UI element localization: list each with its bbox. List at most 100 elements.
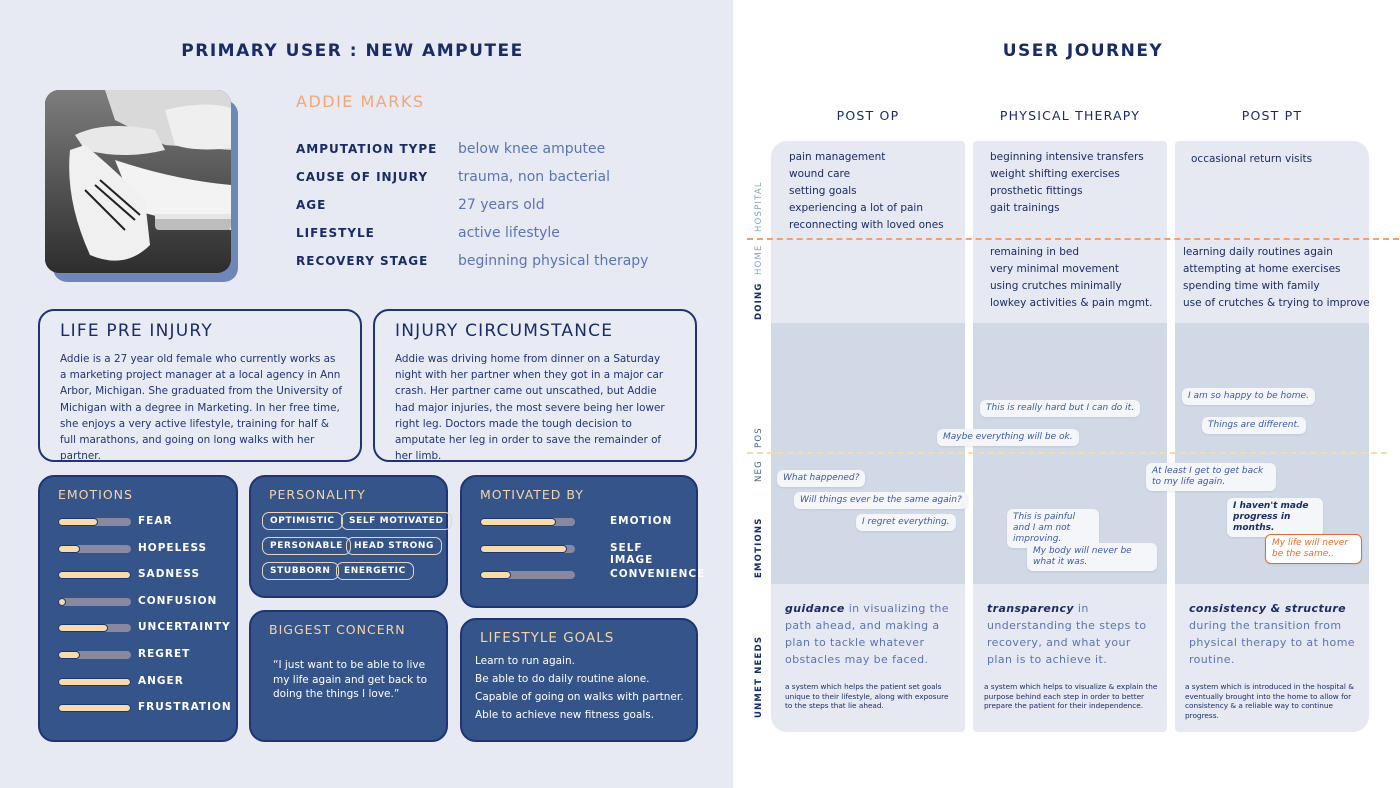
- level-bar-track: [58, 518, 131, 526]
- biggest-concern-quote: “I just want to be able to live my life …: [273, 659, 428, 700]
- journey-panel: USER JOURNEY POST OP PHYSICAL THERAPY PO…: [733, 0, 1400, 788]
- level-bar-row: HOPELESS: [58, 542, 258, 556]
- column-header-physical-therapy: PHYSICAL THERAPY: [999, 108, 1141, 123]
- emotion-bubble: Will things ever be the same again?: [794, 492, 968, 509]
- personality-title: PERSONALITY: [269, 487, 366, 502]
- level-bar-fill: [480, 544, 567, 553]
- level-bar-label: FEAR: [138, 515, 173, 527]
- level-bar-fill: [58, 597, 66, 606]
- level-bar-row: FRUSTRATION: [58, 701, 258, 715]
- level-bar-fill: [58, 518, 98, 526]
- unmet-need-post-op-detail: a system which helps the patient set goa…: [785, 682, 949, 711]
- lane-label-home: HOME: [754, 244, 764, 275]
- photo-image: [45, 90, 231, 273]
- level-bar-label: EMOTION: [610, 515, 673, 527]
- level-bar-fill: [58, 677, 131, 686]
- emotions-title: EMOTIONS: [58, 487, 133, 502]
- level-bar-row: CONFUSION: [58, 595, 258, 609]
- emotion-bubble: My body will never be what it was.: [1027, 543, 1157, 571]
- emotion-bubble: This is really hard but I can do it.: [980, 400, 1141, 417]
- lifestyle-goals-title: LIFESTYLE GOALS: [480, 630, 615, 646]
- life-pre-injury-text: Addie is a 27 year old female who curren…: [60, 353, 342, 463]
- pt-home-activities: remaining in bed very minimal movement u…: [990, 246, 1153, 309]
- level-bar-fill: [58, 571, 131, 580]
- emotion-bubble: I haven't made progress in months.: [1227, 498, 1323, 537]
- unmet-need-post-op: guidance in visualizing the path ahead, …: [785, 600, 955, 668]
- column-header-post-op: POST OP: [836, 108, 900, 123]
- need-keyword: guidance: [785, 602, 845, 615]
- level-bar-track: [58, 651, 131, 659]
- level-bar-fill: [58, 544, 80, 553]
- level-bar-track: [480, 544, 575, 553]
- attr-value-lifestyle: active lifestyle: [458, 225, 560, 241]
- attr-label-recovery-stage: RECOVERY STAGE: [296, 254, 429, 268]
- level-bar-label: SELF IMAGE: [610, 541, 654, 566]
- lane-label-neg: NEG: [754, 460, 764, 482]
- trait-chip: OPTIMISTIC: [262, 512, 343, 530]
- attr-label-age: AGE: [296, 198, 327, 212]
- journey-title: USER JOURNEY: [1002, 41, 1164, 61]
- emotion-bubble: I regret everything.: [856, 514, 956, 531]
- lifestyle-goal-item: Be able to do daily routine alone.: [475, 673, 650, 685]
- attr-value-age: 27 years old: [458, 197, 545, 213]
- level-bar-track: [58, 624, 131, 633]
- unmet-need-post-pt: consistency & structure during the trans…: [1189, 600, 1359, 668]
- lane-label-pos: POS: [754, 427, 764, 448]
- column-header-post-pt: POST PT: [1241, 108, 1303, 123]
- lane-label-unmet-needs: UNMET NEEDS: [754, 635, 764, 718]
- emotion-bubble: I am so happy to be home.: [1182, 388, 1315, 405]
- attr-value-cause: trauma, non bacterial: [458, 169, 610, 185]
- attr-label-cause: CAUSE OF INJURY: [296, 170, 429, 184]
- need-keyword: transparency: [987, 602, 1074, 615]
- emotion-bubble: Things are different.: [1202, 417, 1306, 434]
- attr-label-amputation-type: AMPUTATION TYPE: [296, 142, 438, 156]
- level-bar-fill: [480, 518, 556, 526]
- life-pre-injury-title: LIFE PRE INJURY: [60, 321, 213, 341]
- lifestyle-goal-item: Learn to run again.: [475, 655, 575, 667]
- level-bar-row: UNCERTAINTY: [58, 621, 258, 635]
- pos-neg-divider: [747, 452, 1387, 454]
- motivated-by-title: MOTIVATED BY: [480, 487, 584, 502]
- biggest-concern-title: BIGGEST CONCERN: [269, 622, 406, 637]
- level-bar-label: ANGER: [138, 674, 184, 687]
- level-bar-track: [58, 704, 131, 713]
- persona-title: PRIMARY USER : NEW AMPUTEE: [181, 41, 524, 61]
- level-bar-fill: [58, 651, 80, 659]
- persona-photo: [45, 90, 238, 282]
- attr-label-lifestyle: LIFESTYLE: [296, 226, 375, 240]
- personality-card: PERSONALITY OPTIMISTIC SELF MOTIVATED PE…: [249, 475, 452, 598]
- need-text: during the transition from physical ther…: [1189, 619, 1355, 666]
- hospital-home-divider: [747, 238, 1399, 240]
- emotion-bubble-alert: My life will never be the same..: [1265, 534, 1362, 564]
- level-bar-track: [58, 677, 131, 686]
- emotion-bubble: At least I get to get back to my life ag…: [1146, 463, 1276, 491]
- level-bar-fill: [480, 571, 511, 580]
- level-bar-label: REGRET: [138, 648, 191, 660]
- need-keyword: consistency & structure: [1189, 602, 1347, 615]
- lifestyle-goal-item: Able to achieve new fitness goals.: [475, 709, 655, 721]
- level-bar-label: UNCERTAINTY: [138, 621, 231, 634]
- level-bar-row: CONVENIENCE: [480, 568, 704, 582]
- injury-circumstance-text: Addie was driving home from dinner on a …: [395, 353, 665, 463]
- persona-panel: PRIMARY USER : NEW AMPUTEE ADDIE MARKS A…: [0, 0, 733, 788]
- level-bar-track: [58, 571, 131, 580]
- emotion-bubble: Maybe everything will be ok.: [937, 429, 1079, 446]
- level-bar-row: EMOTION: [480, 515, 680, 529]
- level-bar-label: SADNESS: [138, 568, 201, 581]
- level-bar-row: REGRET: [58, 648, 258, 662]
- unmet-need-pt-detail: a system which helps to visualize & expl…: [984, 682, 1158, 711]
- persona-name: ADDIE MARKS: [296, 92, 425, 111]
- trait-chip: HEAD STRONG: [346, 537, 442, 555]
- lifestyle-goal-item: Capable of going on walks with partner.: [475, 691, 684, 703]
- level-bar-track: [58, 597, 131, 606]
- unmet-need-post-pt-detail: a system which is introduced in the hosp…: [1185, 682, 1354, 720]
- level-bar-label: FRUSTRATION: [138, 701, 232, 714]
- lane-label-hospital: HOSPITAL: [754, 181, 764, 232]
- attr-value-recovery-stage: beginning physical therapy: [458, 253, 649, 269]
- level-bar-track: [480, 518, 575, 526]
- level-bar-label: CONFUSION: [138, 594, 218, 607]
- attr-value-amputation-type: below knee amputee: [458, 141, 606, 157]
- level-bar-label: CONVENIENCE: [610, 568, 706, 581]
- level-bar-row: SELF IMAGE: [480, 542, 680, 566]
- post-pt-home-activities: learning daily routines again attempting…: [1183, 246, 1370, 309]
